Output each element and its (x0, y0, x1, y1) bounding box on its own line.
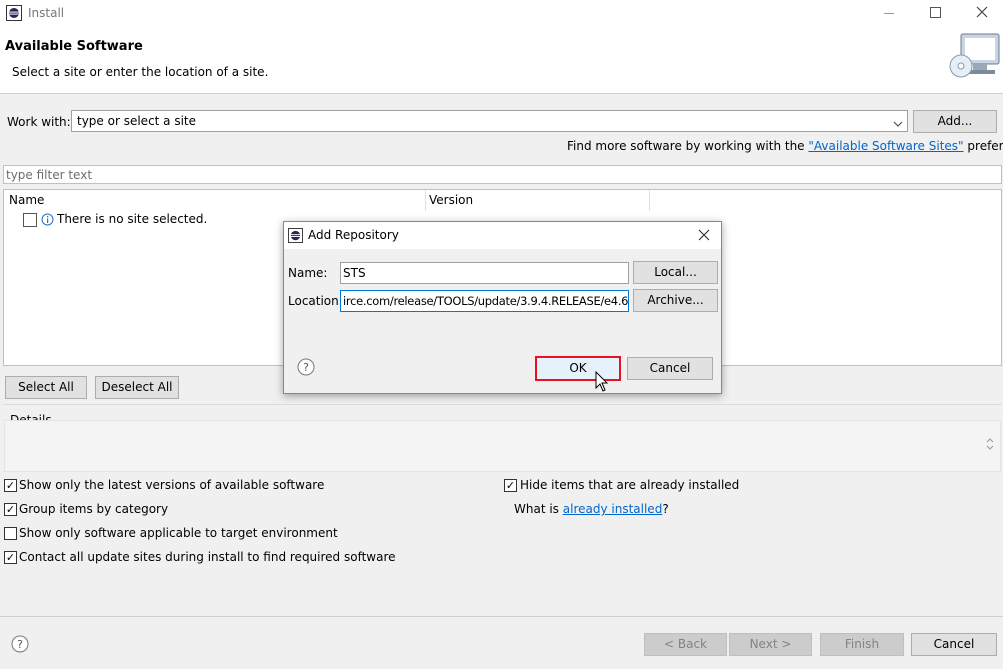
repo-name-value: STS (343, 266, 366, 280)
select-all-button[interactable]: Select All (5, 376, 87, 399)
option-label: Group items by category (19, 502, 169, 516)
scroll-arrows-icon[interactable] (986, 437, 994, 451)
page-subtitle: Select a site or enter the location of a… (12, 65, 269, 79)
mouse-cursor-icon (595, 370, 609, 393)
eclipse-logo-icon (6, 5, 22, 21)
work-with-value: type or select a site (77, 114, 197, 128)
hide-installed-label: Hide items that are already installed (520, 478, 740, 492)
option-checkbox[interactable]: ✓ (4, 551, 17, 564)
dialog-title: Add Repository (308, 228, 399, 242)
dialog-help-icon[interactable]: ? (297, 358, 315, 376)
already-installed-link[interactable]: already installed (563, 502, 663, 516)
svg-text:?: ? (17, 638, 23, 651)
title-bar: Install (0, 0, 1003, 28)
repo-location-label: Location: (288, 294, 343, 308)
column-divider (649, 190, 650, 211)
eclipse-logo-icon (288, 228, 303, 243)
details-text-area[interactable] (4, 420, 1001, 472)
empty-row-checkbox[interactable] (23, 213, 37, 227)
repo-location-input[interactable]: irce.com/release/TOOLS/update/3.9.4.RELE… (340, 290, 629, 312)
maximize-icon[interactable] (930, 7, 941, 18)
chevron-down-icon[interactable] (893, 117, 903, 127)
window-title: Install (28, 6, 65, 20)
finish-button[interactable]: Finish (820, 633, 904, 656)
work-with-label: Work with: (7, 115, 71, 129)
hide-installed-checkbox[interactable]: ✓ (504, 479, 517, 492)
repo-name-label: Name: (288, 266, 328, 280)
find-more-suffix: preferences. (967, 139, 1003, 153)
column-header-version[interactable]: Version (429, 193, 473, 207)
dialog-title-bar: Add Repository (284, 222, 721, 249)
option-label: Show only software applicable to target … (19, 526, 338, 540)
option-checkbox[interactable]: ✓ (4, 479, 17, 492)
cancel-button[interactable]: Cancel (911, 633, 997, 656)
wizard-header: Available Software Select a site or ente… (0, 28, 1003, 94)
back-button[interactable]: < Back (644, 633, 727, 656)
details-section: Details (3, 404, 1002, 472)
option-label: Show only the latest versions of availab… (19, 478, 325, 492)
empty-table-message: There is no site selected. (57, 212, 208, 226)
repo-location-value: irce.com/release/TOOLS/update/3.9.4.RELE… (343, 294, 629, 308)
add-site-button[interactable]: Add... (913, 110, 997, 133)
local-button[interactable]: Local... (633, 261, 718, 284)
column-header-name[interactable]: Name (9, 193, 44, 207)
what-is-prefix: What is (514, 502, 559, 516)
minimize-icon[interactable] (884, 13, 894, 14)
option-label: Contact all update sites during install … (19, 550, 396, 564)
deselect-all-button[interactable]: Deselect All (95, 376, 179, 399)
option-checkbox[interactable] (4, 527, 17, 540)
dialog-cancel-button[interactable]: Cancel (627, 357, 713, 380)
footer-divider (0, 616, 1003, 617)
next-button[interactable]: Next > (729, 633, 812, 656)
filter-placeholder: type filter text (6, 168, 93, 182)
install-computer-icon (947, 32, 1001, 80)
filter-input[interactable]: type filter text (3, 165, 1002, 184)
find-more-text: Find more software by working with the "… (567, 139, 1003, 153)
column-divider (425, 190, 426, 211)
info-icon (41, 213, 54, 226)
archive-button[interactable]: Archive... (633, 289, 718, 312)
what-is-suffix: ? (662, 502, 669, 516)
repo-name-input[interactable]: STS (340, 262, 629, 284)
what-is-installed: What is already installed? (514, 502, 669, 516)
svg-text:?: ? (303, 361, 309, 374)
work-with-combo[interactable]: type or select a site (71, 110, 908, 132)
page-title: Available Software (5, 39, 143, 54)
option-checkbox[interactable]: ✓ (4, 503, 17, 516)
close-icon[interactable] (975, 5, 989, 19)
dialog-close-icon[interactable] (698, 229, 710, 241)
add-repository-dialog: Add Repository Name: STS Local... Locati… (283, 221, 722, 394)
available-software-sites-link[interactable]: "Available Software Sites" (808, 139, 963, 153)
help-icon[interactable]: ? (11, 635, 29, 653)
find-more-prefix: Find more software by working with the (567, 139, 805, 153)
